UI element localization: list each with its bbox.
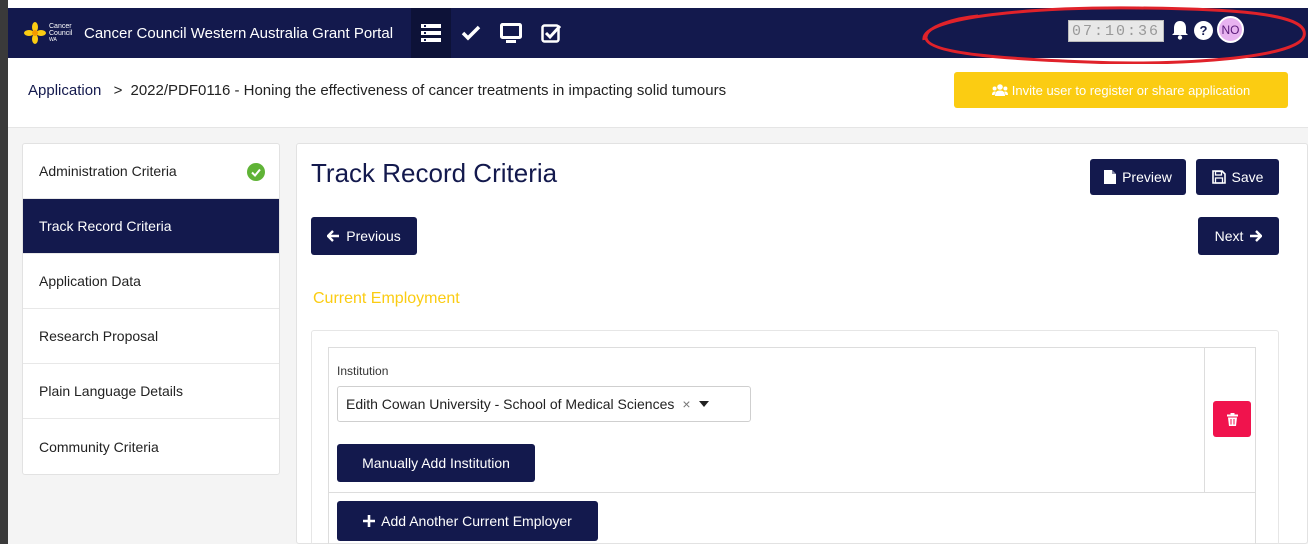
arrow-left-icon bbox=[327, 230, 340, 242]
plus-icon bbox=[363, 515, 376, 527]
nav-check-button[interactable] bbox=[451, 8, 491, 58]
app-title[interactable]: Cancer Council Western Australia Grant P… bbox=[84, 25, 393, 42]
daffodil-icon bbox=[24, 22, 46, 44]
save-button[interactable]: Save bbox=[1196, 159, 1279, 195]
sidebar-item-track-record-criteria[interactable]: Track Record Criteria bbox=[23, 199, 279, 254]
caret-down-icon[interactable] bbox=[698, 401, 709, 407]
cancer-council-logo[interactable]: Cancer Council WA bbox=[8, 8, 78, 58]
preview-button[interactable]: Preview bbox=[1090, 159, 1186, 195]
institution-label: Institution bbox=[337, 364, 389, 378]
users-icon bbox=[991, 83, 1008, 96]
employment-row: Institution Edith Cowan University - Sch… bbox=[328, 347, 1204, 493]
sidebar-item-research-proposal[interactable]: Research Proposal bbox=[23, 309, 279, 364]
trash-icon bbox=[1226, 412, 1238, 426]
nav-checkbox-button[interactable] bbox=[531, 8, 571, 58]
institution-select[interactable]: Edith Cowan University - School of Medic… bbox=[337, 386, 751, 422]
clear-selection-icon[interactable]: × bbox=[682, 396, 690, 412]
nav-list-button[interactable] bbox=[411, 8, 452, 58]
previous-button[interactable]: Previous bbox=[311, 217, 417, 255]
list-icon bbox=[421, 24, 442, 42]
breadcrumb-current: 2022/PDF0116 - Honing the effectiveness … bbox=[130, 82, 727, 99]
floppy-disk-icon bbox=[1211, 170, 1226, 184]
sidebar-item-plain-language-details[interactable]: Plain Language Details bbox=[23, 364, 279, 419]
page-title: Track Record Criteria bbox=[311, 158, 558, 188]
sidebar-item-community-criteria[interactable]: Community Criteria bbox=[23, 419, 279, 474]
invite-user-button[interactable]: Invite user to register or share applica… bbox=[954, 72, 1288, 108]
breadcrumb: Application > 2022/PDF0116 - Honing the … bbox=[28, 82, 726, 99]
employment-card: Institution Edith Cowan University - Sch… bbox=[311, 330, 1279, 544]
delete-cell bbox=[1204, 347, 1256, 493]
sidebar-item-administration-criteria[interactable]: Administration Criteria bbox=[23, 144, 279, 199]
section-sidebar: Administration Criteria Track Record Cri… bbox=[22, 143, 280, 475]
checkbox-icon bbox=[541, 24, 562, 43]
institution-select-value: Edith Cowan University - School of Medic… bbox=[346, 396, 675, 412]
delete-employer-button[interactable] bbox=[1213, 401, 1251, 437]
arrow-right-icon bbox=[1250, 230, 1263, 242]
file-icon bbox=[1104, 170, 1117, 184]
breadcrumb-bar: Application > 2022/PDF0116 - Honing the … bbox=[8, 58, 1308, 128]
breadcrumb-application-link[interactable]: Application bbox=[28, 82, 101, 99]
section-title-current-employment: Current Employment bbox=[313, 290, 460, 307]
breadcrumb-separator: > bbox=[113, 82, 123, 99]
next-button[interactable]: Next bbox=[1198, 217, 1279, 255]
window-frame-left bbox=[0, 0, 8, 544]
add-employer-row: Add Another Current Employer bbox=[328, 493, 1256, 544]
logo-text: Cancer Council WA bbox=[49, 22, 73, 43]
check-circle-icon bbox=[247, 163, 265, 181]
main-panel: Track Record Criteria Preview Save Previ… bbox=[296, 143, 1308, 544]
nav-monitor-button[interactable] bbox=[491, 8, 531, 58]
manually-add-institution-button[interactable]: Manually Add Institution bbox=[337, 444, 535, 482]
sidebar-item-application-data[interactable]: Application Data bbox=[23, 254, 279, 309]
check-icon bbox=[461, 25, 481, 41]
monitor-icon bbox=[500, 23, 523, 43]
annotation-circle bbox=[922, 6, 1306, 64]
add-another-employer-button[interactable]: Add Another Current Employer bbox=[337, 501, 598, 541]
